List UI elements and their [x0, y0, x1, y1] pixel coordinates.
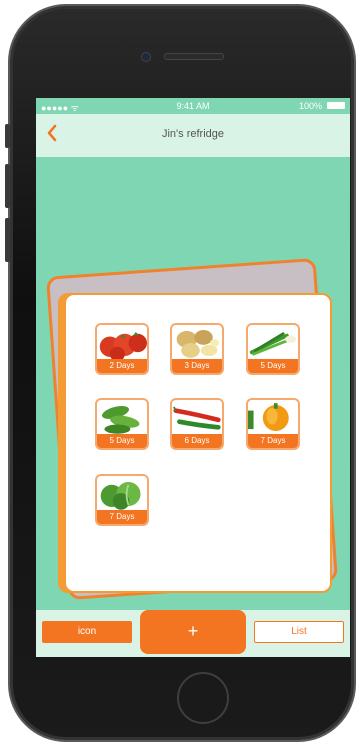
battery-percent: 100% [298, 101, 322, 111]
earpiece-speaker [164, 53, 224, 60]
icon-view-button[interactable]: icon [42, 621, 132, 643]
volume-down-button [5, 218, 10, 262]
potato-icon [176, 330, 220, 358]
days-label: 7 Days [248, 434, 298, 448]
chili-icon [173, 406, 221, 430]
food-item-chili[interactable]: 6 Days [170, 398, 224, 450]
days-label: 3 Days [172, 359, 222, 373]
front-camera [141, 52, 151, 62]
volume-up-button [5, 164, 10, 208]
days-label: 6 Days [172, 434, 222, 448]
battery-icon [327, 102, 345, 109]
mute-switch [5, 124, 10, 148]
add-item-button[interactable]: + [140, 610, 246, 654]
bottom-toolbar: icon + List [36, 610, 350, 657]
food-item-tomato[interactable]: 2 Days [95, 323, 149, 375]
food-item-potato[interactable]: 3 Days [170, 323, 224, 375]
food-item-cabbage[interactable]: 7 Days [95, 474, 149, 526]
nav-bar: Jin's refridge [36, 114, 350, 157]
cabbage-icon [100, 481, 141, 510]
days-label: 5 Days [97, 434, 147, 448]
tomato-icon [99, 331, 147, 361]
home-button[interactable] [177, 672, 229, 724]
page-title: Jin's refridge [161, 128, 224, 140]
list-view-button[interactable]: List [254, 621, 344, 643]
food-item-cucumber[interactable]: 5 Days [95, 398, 149, 450]
food-item-bell-pepper[interactable]: 7 Days [246, 398, 300, 450]
cucumber-icon [102, 405, 140, 434]
status-bar: ●●●●● ᯤ 9:41 AM 100% [36, 98, 350, 114]
days-label: 5 Days [248, 359, 298, 373]
days-label: 7 Days [97, 510, 147, 524]
bell-pepper-icon [248, 403, 289, 431]
days-label: 2 Days [97, 359, 147, 373]
green-onion-icon [249, 332, 297, 356]
food-item-green-onion[interactable]: 5 Days [246, 323, 300, 375]
fridge-panel: 2 Days 3 Days 5 Days 5 Days 6 Days 7 Day… [64, 293, 332, 593]
app-screen: ●●●●● ᯤ 9:41 AM 100% Jin's refridge 2 Da… [36, 98, 350, 657]
